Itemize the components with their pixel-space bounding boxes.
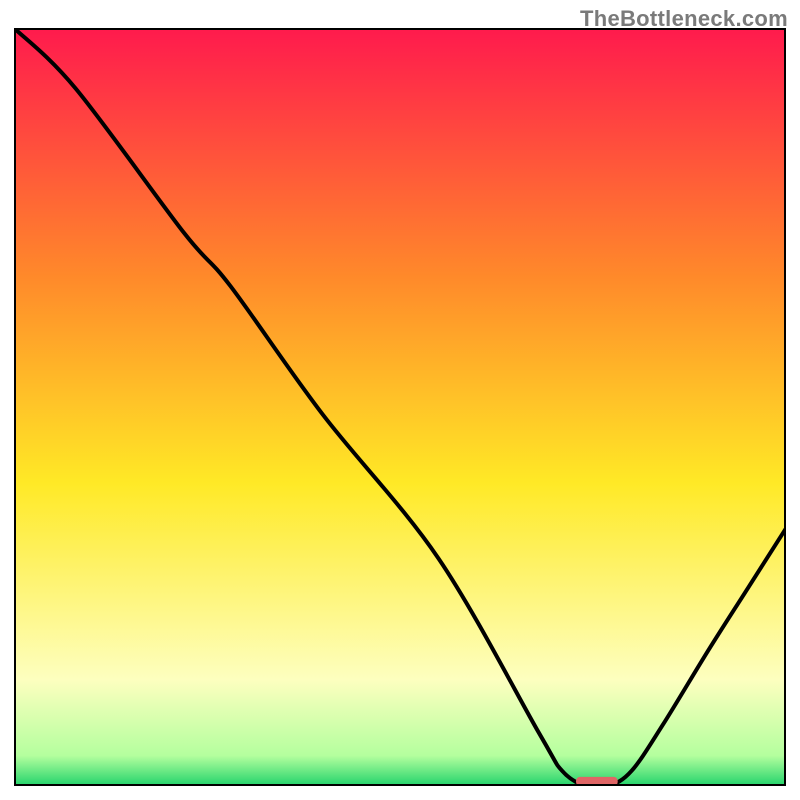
chart-plot-area — [14, 28, 786, 786]
chart-svg — [14, 28, 786, 786]
chart-root: TheBottleneck.com — [0, 0, 800, 800]
chart-background-gradient — [14, 28, 786, 786]
watermark-text: TheBottleneck.com — [580, 6, 788, 32]
